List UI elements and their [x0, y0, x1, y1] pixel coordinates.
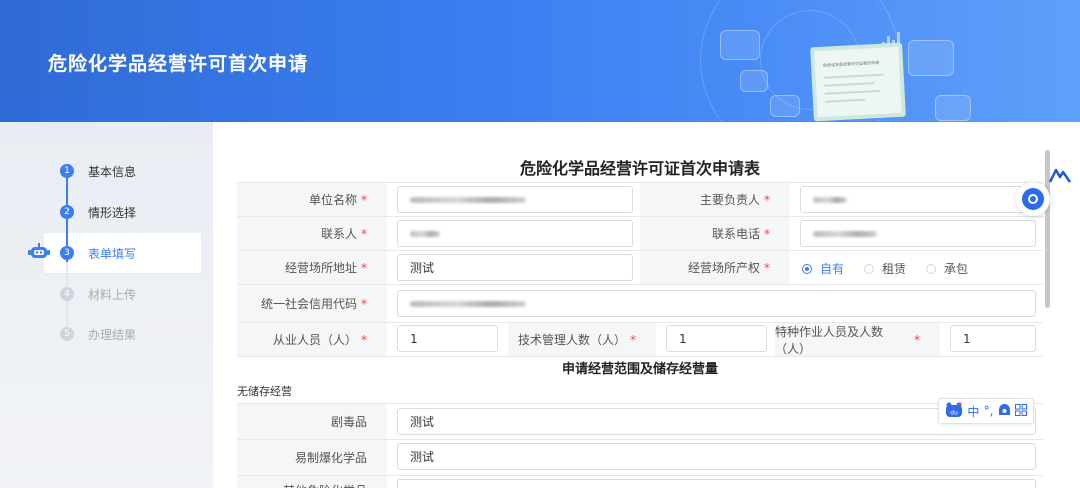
phone-input[interactable] — [800, 220, 1036, 247]
du-logo-icon[interactable]: du — [945, 402, 963, 421]
tech-staff-input[interactable]: 1 — [666, 325, 767, 352]
unit-name-input[interactable] — [397, 186, 633, 213]
explosive-precursor-input[interactable]: 测试 — [397, 443, 1036, 470]
property-option-contracted[interactable]: 承包 — [926, 260, 968, 277]
decor-card — [770, 95, 800, 117]
chinese-mode-toggle[interactable]: 中 — [967, 403, 979, 420]
step-label: 办理结果 — [88, 327, 137, 342]
field-label-special-staff: 特种作业人员及人数（人） * — [775, 323, 940, 356]
step-scenario-select[interactable]: 2 情形选择 — [60, 202, 136, 222]
radio-unchecked-icon — [864, 263, 875, 274]
step-basic-info[interactable]: 1 基本信息 — [60, 161, 136, 181]
robot-assistant-icon[interactable] — [28, 243, 50, 260]
svg-text:du: du — [950, 409, 958, 416]
punctuation-mode-toggle[interactable]: °, — [984, 404, 994, 418]
certificate-illustration: 危险化学品经营许可证首次申请 — [810, 42, 906, 122]
page-title: 危险化学品经营许可首次申请 — [48, 53, 309, 75]
step-label: 基本信息 — [88, 164, 137, 179]
step-number: 1 — [60, 164, 74, 178]
scope-subtitle: 无储存经营 — [237, 385, 292, 398]
address-input[interactable]: 测试 — [397, 254, 633, 281]
field-label-other-hazardous: 其他危险化学品 — [237, 476, 387, 488]
certificate-caption: 危险化学品经营许可证首次申请 — [822, 59, 880, 68]
scope-section-title: 申请经营范围及储存经营量 — [237, 356, 1043, 382]
form-title: 危险化学品经营许可证首次申请表 — [519, 159, 760, 178]
field-label-contact: 联系人 * — [237, 217, 387, 250]
field-label-tech-staff: 技术管理人数（人） * — [508, 323, 656, 356]
field-label-explosive-precursor: 易制爆化学品 — [237, 440, 387, 475]
assistant-logo-icon[interactable] — [1040, 160, 1080, 190]
field-label-property: 经营场所产权 * — [640, 251, 790, 284]
employees-input[interactable]: 1 — [397, 325, 498, 352]
step-label: 表单填写 — [88, 246, 137, 261]
credit-code-input[interactable] — [397, 290, 1036, 317]
step-label: 情形选择 — [88, 205, 137, 220]
step-form-fill[interactable]: 3 表单填写 — [60, 243, 136, 263]
property-radio-group: 自有 租赁 承包 — [802, 260, 988, 277]
field-label-principal: 主要负责人 * — [640, 183, 790, 216]
decor-card — [908, 40, 954, 76]
step-label: 材料上传 — [88, 287, 137, 302]
decor-card — [740, 70, 768, 92]
property-option-leased[interactable]: 租赁 — [864, 260, 906, 277]
field-label-phone: 联系电话 * — [640, 217, 790, 250]
step-number: 4 — [60, 287, 74, 301]
other-hazardous-input[interactable]: 测试 — [397, 479, 1036, 488]
step-result[interactable]: 5 办理结果 — [60, 324, 136, 344]
mountain-logo-icon — [1049, 168, 1071, 183]
decor-card — [935, 95, 971, 121]
step-number: 5 — [60, 327, 74, 341]
radio-unchecked-icon — [926, 263, 937, 274]
step-number: 2 — [60, 205, 74, 219]
field-label-address: 经营场所地址 * — [237, 251, 387, 284]
field-label-employees: 从业人员（人） * — [237, 323, 387, 356]
chat-assistant-button[interactable] — [1016, 182, 1050, 216]
skin-icon[interactable] — [998, 403, 1011, 419]
contact-input[interactable] — [397, 220, 633, 247]
radio-checked-icon — [802, 263, 812, 274]
header-banner: 危险化学品经营许可证首次申请 危险化学品经营许可首次申请 — [0, 0, 1080, 122]
field-label-credit-code: 统一社会信用代码 * — [237, 285, 387, 322]
property-option-owned[interactable]: 自有 — [802, 260, 844, 277]
decor-card — [720, 30, 760, 60]
field-label-unit-name: 单位名称 * — [237, 183, 387, 216]
field-label-highly-toxic: 剧毒品 — [237, 404, 387, 439]
step-number: 3 — [60, 246, 74, 260]
special-staff-input[interactable]: 1 — [950, 325, 1036, 352]
chat-bubble-icon — [1022, 188, 1044, 210]
principal-input[interactable] — [800, 186, 1036, 213]
ime-toolbar[interactable]: du 中 °, — [938, 398, 1034, 424]
grid-menu-icon[interactable] — [1014, 403, 1027, 419]
step-material-upload[interactable]: 4 材料上传 — [60, 284, 136, 304]
